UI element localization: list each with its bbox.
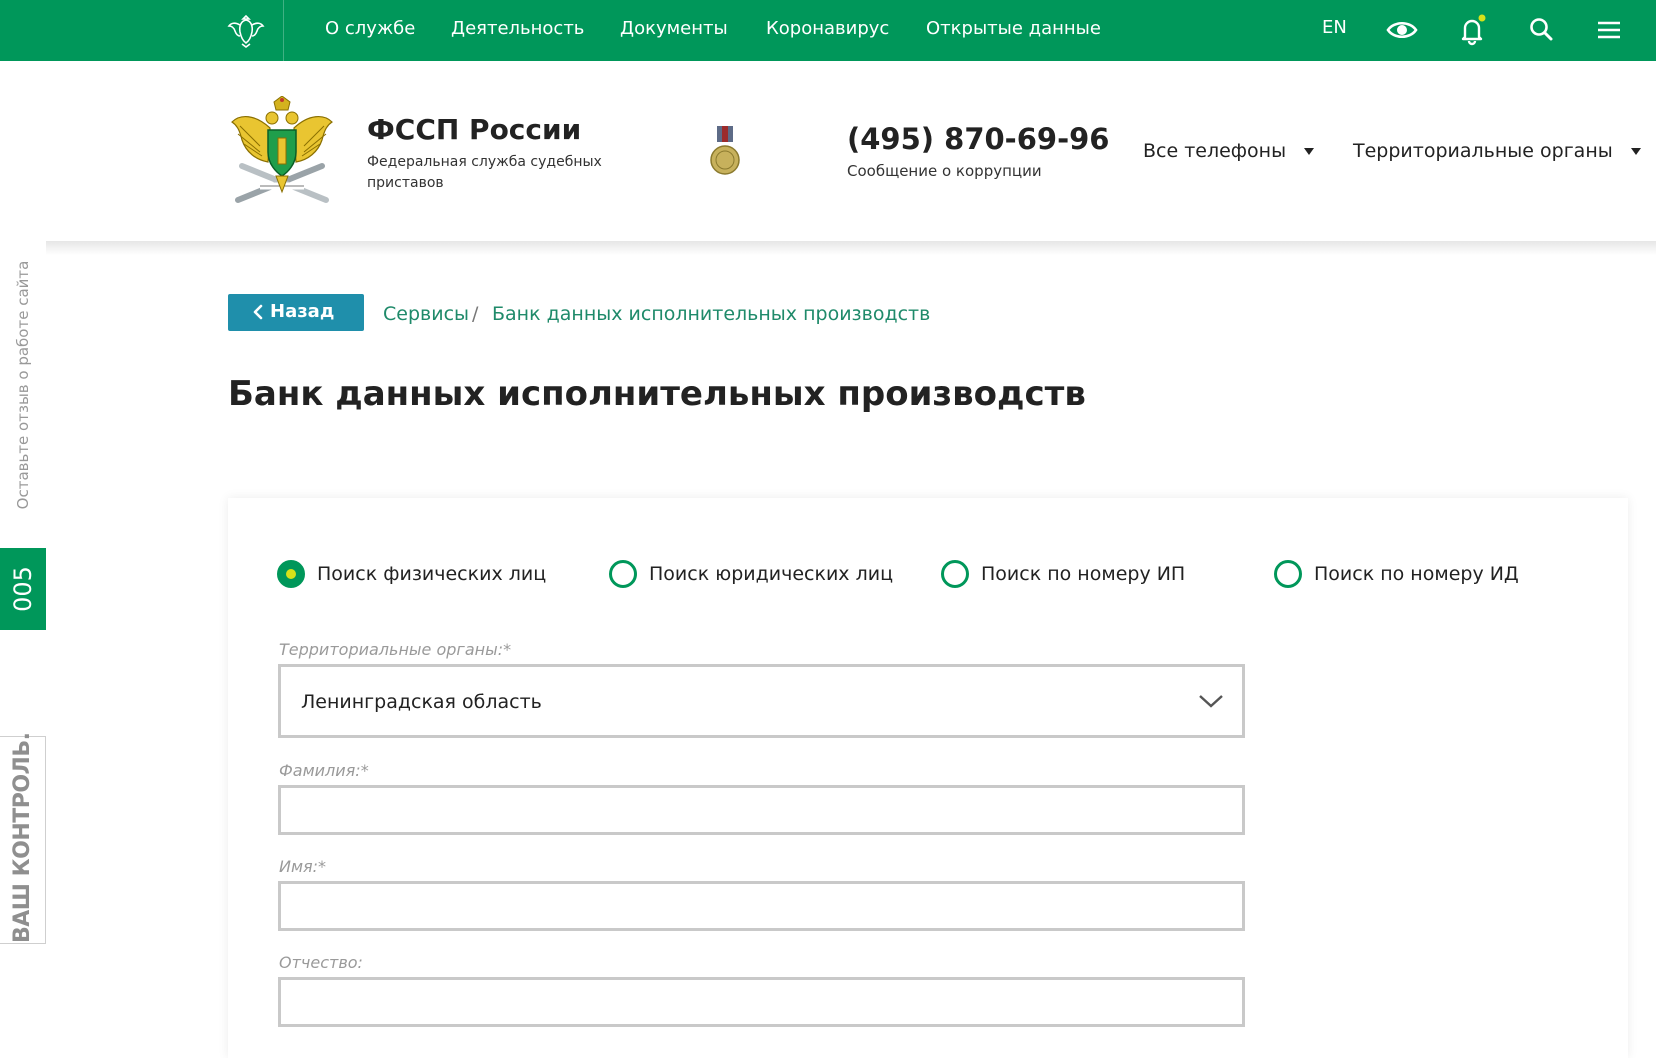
all-phones-label: Все телефоны bbox=[1143, 140, 1287, 162]
lastname-input[interactable] bbox=[281, 788, 1242, 832]
bell-icon[interactable] bbox=[1456, 14, 1488, 46]
side-badge-005[interactable]: 005 bbox=[0, 548, 46, 630]
caret-down-icon bbox=[1304, 148, 1315, 155]
nav-item-coronavirus[interactable]: Коронавирус bbox=[766, 17, 889, 41]
patronymic-field[interactable] bbox=[278, 977, 1245, 1027]
your-control-side-tab[interactable]: ВАШ КОНТРОЛЬ. bbox=[0, 732, 46, 944]
eagle-emblem-icon[interactable] bbox=[226, 10, 266, 50]
org-name[interactable]: ФССП России bbox=[367, 113, 581, 146]
menu-icon[interactable] bbox=[1593, 14, 1625, 46]
radio-circle bbox=[609, 560, 637, 588]
firstname-label: Имя:* bbox=[279, 857, 327, 876]
patronymic-input[interactable] bbox=[281, 980, 1242, 1024]
feedback-label: Оставьте отзыв о работе сайта bbox=[14, 260, 32, 510]
fssp-coat-of-arms-logo[interactable] bbox=[230, 96, 334, 208]
side-badge-label: 005 bbox=[9, 566, 37, 612]
top-navigation-bar: О службе Деятельность Документы Коронави… bbox=[0, 0, 1656, 61]
all-phones-dropdown[interactable]: Все телефоны bbox=[1143, 140, 1315, 162]
lastname-field[interactable] bbox=[278, 785, 1245, 835]
radio-circle bbox=[277, 560, 305, 588]
firstname-field[interactable] bbox=[278, 881, 1245, 931]
back-button[interactable]: Назад bbox=[228, 294, 364, 331]
territory-selected-value: Ленинградская область bbox=[301, 691, 542, 713]
territory-select[interactable]: Ленинградская область bbox=[278, 664, 1245, 738]
nav-item-about[interactable]: О службе bbox=[325, 17, 415, 41]
language-switch[interactable]: EN bbox=[1322, 17, 1347, 38]
chevron-left-icon bbox=[253, 304, 263, 320]
corruption-report-link[interactable]: Сообщение о коррупции bbox=[847, 162, 1042, 180]
org-subtitle: Федеральная служба судебных приставов bbox=[367, 154, 602, 191]
firstname-input[interactable] bbox=[281, 884, 1242, 928]
territorial-bodies-label: Территориальные органы bbox=[1353, 140, 1613, 162]
caret-down-icon bbox=[1630, 148, 1641, 155]
feedback-side-tab[interactable]: Оставьте отзыв о работе сайта bbox=[10, 250, 36, 520]
back-button-label: Назад bbox=[270, 301, 335, 322]
patronymic-label: Отчество: bbox=[279, 953, 363, 972]
territorial-bodies-dropdown[interactable]: Территориальные органы bbox=[1353, 140, 1641, 162]
your-control-label: ВАШ КОНТРОЛЬ. bbox=[10, 732, 35, 943]
radio-circle bbox=[1274, 560, 1302, 588]
chevron-down-icon bbox=[1199, 695, 1223, 708]
radio-label: Поиск физических лиц bbox=[317, 563, 547, 585]
breadcrumb-separator: / bbox=[472, 303, 479, 325]
hotline-phone[interactable]: (495) 870-69-96 bbox=[847, 122, 1109, 156]
eye-icon[interactable] bbox=[1386, 14, 1418, 46]
radio-label: Поиск юридических лиц bbox=[649, 563, 894, 585]
breadcrumb-services[interactable]: Сервисы bbox=[383, 303, 469, 325]
medal-icon[interactable] bbox=[710, 126, 740, 178]
nav-item-documents[interactable]: Документы bbox=[620, 17, 728, 41]
nav-item-activity[interactable]: Деятельность bbox=[451, 17, 584, 41]
radio-label: Поиск по номеру ИД bbox=[1314, 563, 1519, 585]
nav-divider bbox=[283, 0, 284, 61]
breadcrumb-current[interactable]: Банк данных исполнительных производств bbox=[492, 303, 930, 325]
radio-circle bbox=[941, 560, 969, 588]
nav-item-open-data[interactable]: Открытые данные bbox=[926, 17, 1101, 41]
search-icon[interactable] bbox=[1526, 14, 1558, 46]
lastname-label: Фамилия:* bbox=[279, 761, 369, 780]
header-shadow bbox=[46, 241, 1656, 255]
radio-label: Поиск по номеру ИП bbox=[981, 563, 1186, 585]
territory-label: Территориальные органы:* bbox=[279, 640, 512, 659]
page-title: Банк данных исполнительных производств bbox=[228, 374, 1086, 414]
